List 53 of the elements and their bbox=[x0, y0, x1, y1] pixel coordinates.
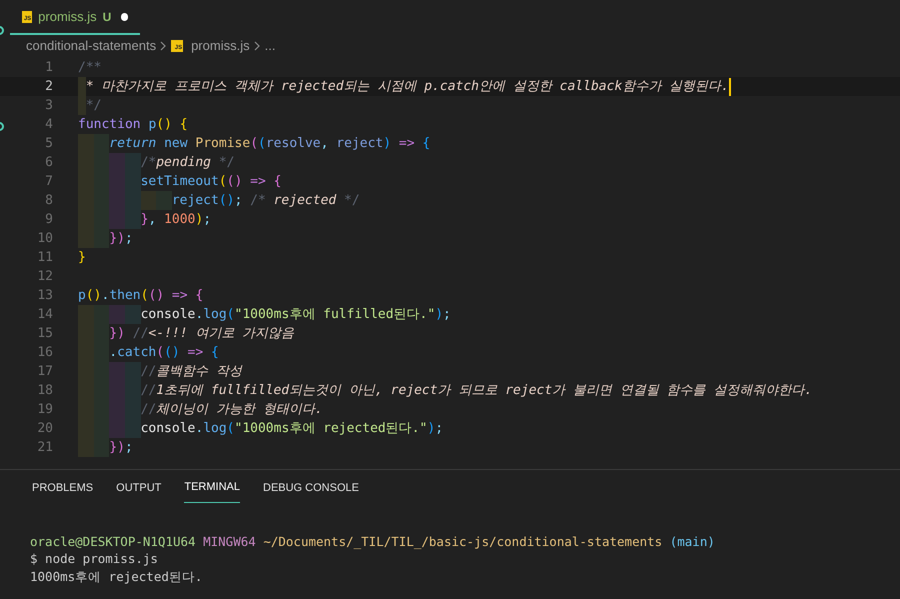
panel-tab[interactable]: OUTPUT bbox=[116, 479, 162, 502]
line-number: 8 bbox=[44, 192, 53, 210]
code-line: }); bbox=[78, 438, 133, 457]
line-number: 21 bbox=[36, 438, 53, 457]
code-line: console.log("1000ms후에 fulfilled된다."); bbox=[78, 305, 451, 324]
line-number: 1 bbox=[44, 58, 53, 77]
line-number: 7 bbox=[44, 172, 53, 191]
code-line: //체이닝이 가능한 형태이다. bbox=[78, 400, 323, 419]
line-number: 13 bbox=[36, 286, 53, 305]
line-number: 6 bbox=[44, 154, 53, 172]
code-line: reject(); /* rejected */ bbox=[78, 191, 360, 210]
code-line: }) //<-!!! 여기로 가지않음 bbox=[78, 324, 294, 343]
line-number: 14 bbox=[36, 306, 53, 324]
panel-tab[interactable]: DEBUG CONSOLE bbox=[263, 479, 359, 502]
code-line: /** bbox=[78, 59, 102, 77]
breadcrumb-item[interactable]: conditional-statements bbox=[26, 36, 156, 56]
code-line: .catch(() => { bbox=[78, 343, 219, 362]
line-number: 15 bbox=[36, 324, 53, 343]
line-number: 18 bbox=[36, 382, 53, 400]
line-number: 4 bbox=[44, 116, 53, 134]
terminal-line: 1000ms후에 rejected된다. bbox=[30, 568, 204, 585]
code-line: //1초뒤에 fullfilled되는것이 아닌, reject가 되므로 reject가 불리면 연결될 함수를 설정해줘야한다. bbox=[78, 381, 812, 400]
chevron-icon bbox=[160, 41, 168, 51]
terminal-line: $ node promiss.js bbox=[30, 550, 159, 568]
line-number: 3 bbox=[44, 96, 53, 115]
code-line: * 마찬가지로 프로미스 객체가 rejected되는 시점에 p.catch안에 설정한 callback함수가 실행된다. bbox=[78, 77, 729, 96]
code-line: //콜백함수 작성 bbox=[78, 362, 242, 381]
code-line: /*pending */ bbox=[78, 153, 234, 172]
line-number: 20 bbox=[36, 420, 53, 438]
line-number: 10 bbox=[36, 230, 53, 248]
breadcrumb-item[interactable]: promiss.js bbox=[191, 36, 250, 56]
line-number: 9 bbox=[44, 210, 53, 229]
line-number: 12 bbox=[36, 268, 53, 286]
line-number: 5 bbox=[44, 134, 53, 153]
code-line: } bbox=[78, 249, 86, 267]
line-number: 11 bbox=[36, 248, 53, 267]
code-line: p().then(() => { bbox=[78, 287, 204, 305]
panel-tab[interactable]: PROBLEMS bbox=[32, 479, 94, 502]
code-line: console.log("1000ms후에 rejected된다."); bbox=[78, 419, 444, 438]
line-number: 16 bbox=[36, 344, 53, 362]
terminal-line: oracle@DESKTOP-N1Q1U64 MINGW64 ~/Documents/_TIL/TIL_/basic-js/conditional-statements (main) bbox=[30, 532, 716, 550]
breadcrumb-item[interactable]: ... bbox=[264, 36, 276, 56]
code-line: }); bbox=[78, 229, 133, 248]
code-line: return new Promise((resolve, reject) => { bbox=[78, 134, 430, 153]
code-line: function p() { bbox=[78, 116, 188, 134]
line-number: 2 bbox=[44, 78, 53, 96]
code-line: setTimeout(() => { bbox=[78, 172, 282, 191]
line-number: 17 bbox=[36, 362, 53, 381]
code-line: }, 1000); bbox=[78, 210, 212, 229]
panel-tab[interactable]: TERMINAL bbox=[184, 479, 240, 502]
line-number: 19 bbox=[36, 400, 53, 419]
chevron-icon bbox=[254, 41, 261, 51]
code-line: */ bbox=[78, 96, 102, 115]
